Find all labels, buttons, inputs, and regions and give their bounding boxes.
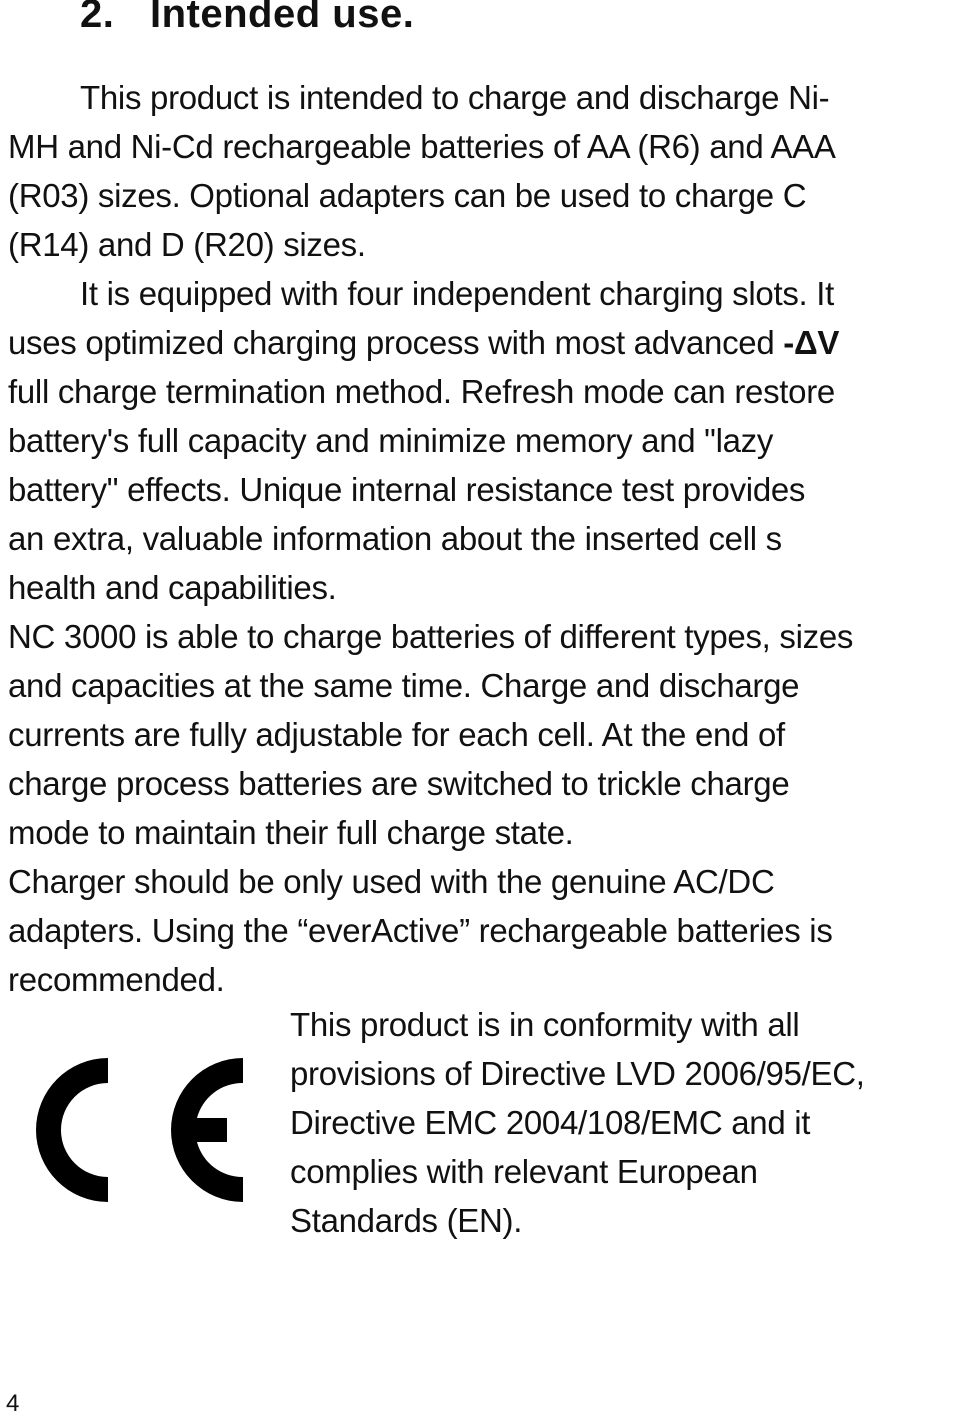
body-line-text: battery" effects. Unique internal resist… (8, 471, 806, 508)
conformity-line: This product is in conformity with all (290, 1006, 800, 1043)
body-line: MH and Ni-Cd rechargeable batteries of A… (8, 122, 836, 171)
body-line: (R03) sizes. Optional adapters can be us… (8, 171, 807, 220)
body-line-text: an extra, valuable information about the… (8, 520, 782, 557)
body-line-text: recommended. (8, 961, 225, 998)
body-line-text: This product is intended to charge and d… (80, 79, 830, 116)
body-line-text: adapters. Using the “everActive” recharg… (8, 912, 833, 949)
body-line: (R14) and D (R20) sizes. (8, 220, 366, 269)
body-line-text: full charge termination method. Refresh … (8, 373, 835, 410)
body-line: full charge termination method. Refresh … (8, 367, 835, 416)
section-number: 2. (80, 0, 115, 36)
body-line: This product is intended to charge and d… (80, 73, 830, 122)
conformity-line: Standards (EN). (290, 1202, 523, 1239)
delta-v-term: -ΔV (783, 324, 840, 361)
body-line: charge process batteries are switched to… (8, 759, 790, 808)
body-line: mode to maintain their full charge state… (8, 808, 574, 857)
body-line-text: Charger should be only used with the gen… (8, 863, 775, 900)
body-line-text: uses optimized charging process with mos… (8, 324, 784, 361)
body-line: It is equipped with four independent cha… (80, 269, 834, 318)
body-line-text: and capacities at the same time. Charge … (8, 667, 800, 704)
body-line: adapters. Using the “everActive” recharg… (8, 906, 833, 955)
body-line-text: NC 3000 is able to charge batteries of d… (8, 618, 854, 655)
conformity-line: provisions of Directive LVD 2006/95/EC, (290, 1055, 865, 1092)
body-line: an extra, valuable information about the… (8, 514, 782, 563)
ce-mark-icon (36, 1058, 243, 1202)
body-line-text: battery's full capacity and minimize mem… (8, 422, 774, 459)
body-line-text: MH and Ni-Cd rechargeable batteries of A… (8, 128, 836, 165)
body-line-text: currents are fully adjustable for each c… (8, 716, 785, 753)
page-number: 4 (6, 1390, 20, 1417)
body-line-text: It is equipped with four independent cha… (80, 275, 834, 312)
body-line: uses optimized charging process with mos… (8, 318, 839, 367)
body-line-text: (R03) sizes. Optional adapters can be us… (8, 177, 807, 214)
body-line-text: charge process batteries are switched to… (8, 765, 790, 802)
body-line: Charger should be only used with the gen… (8, 857, 775, 906)
body-line-text: health and capabilities. (8, 569, 337, 606)
body-line: recommended. (8, 955, 225, 1004)
section-title: Intended use. (150, 0, 415, 36)
body-line-text: mode to maintain their full charge state… (8, 814, 574, 851)
conformity-line: Directive EMC 2004/108/EMC and it (290, 1104, 811, 1141)
conformity-line: complies with relevant European (290, 1153, 758, 1190)
ce-c-letter (36, 1058, 108, 1202)
body-line: battery" effects. Unique internal resist… (8, 465, 805, 514)
body-line: battery's full capacity and minimize mem… (8, 416, 773, 465)
ce-e-letter (171, 1058, 243, 1202)
body-line: NC 3000 is able to charge batteries of d… (8, 612, 853, 661)
body-line: and capacities at the same time. Charge … (8, 661, 800, 710)
section-heading: 2. Intended use. (80, 0, 414, 37)
body-line: currents are fully adjustable for each c… (8, 710, 785, 759)
body-line-text: (R14) and D (R20) sizes. (8, 226, 366, 263)
body-line: health and capabilities. (8, 563, 337, 612)
